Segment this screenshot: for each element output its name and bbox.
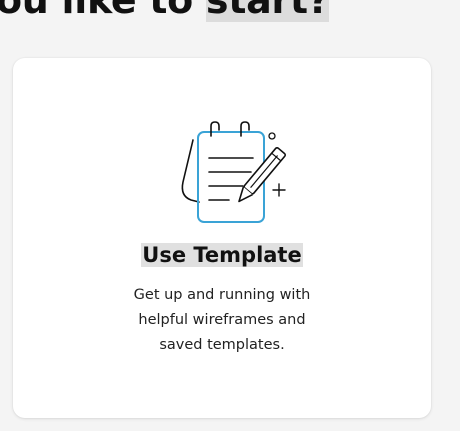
card-description: Get up and running with helpful wirefram… [133,287,311,353]
page: ou like to start? Use Template Get up an… [0,0,460,431]
page-heading-highlight: start? [205,0,330,22]
page-heading: ou like to start? [0,0,330,22]
card-title-text: Use Template [141,243,303,267]
use-template-card[interactable]: Use Template Get up and running with hel… [13,58,431,418]
notepad-pencil-icon [181,121,287,223]
card-title: Use Template [13,241,431,269]
page-heading-text: ou like to [0,0,206,22]
